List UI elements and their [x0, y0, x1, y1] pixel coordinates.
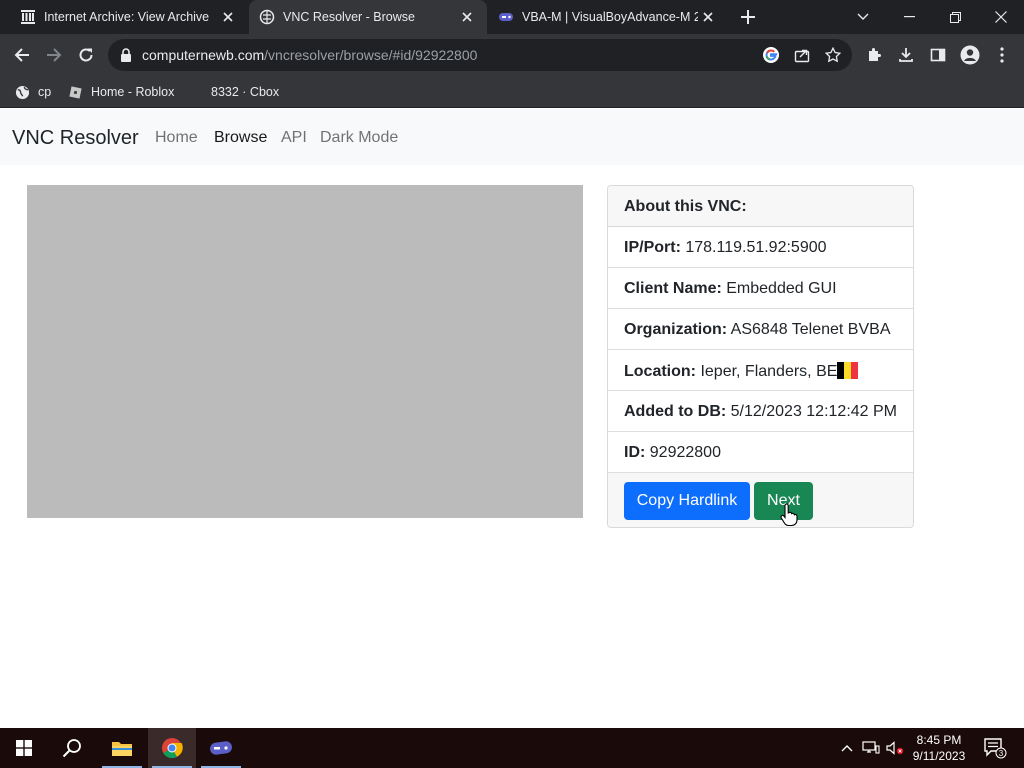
vnc-info-card: About this VNC: IP/Port: 178.119.51.92:5… [607, 185, 914, 528]
back-icon[interactable] [6, 39, 38, 71]
url-text: computernewb.com/vncresolver/browse/#id/… [142, 47, 478, 63]
row-label: Added to DB: [624, 403, 727, 420]
minimize-icon[interactable] [886, 0, 932, 34]
row-value: Ieper, Flanders, BE [700, 363, 838, 380]
globe-icon [14, 84, 30, 100]
web-page: VNC Resolver Home Browse API Dark Mode A… [0, 109, 1024, 728]
row-label: Client Name: [624, 280, 722, 297]
tab-vnc-resolver[interactable]: VNC Resolver - Browse [249, 0, 487, 34]
info-row-client-name: Client Name: Embedded GUI [608, 268, 913, 309]
tab-internet-archive[interactable]: Internet Archive: View Archive [0, 0, 248, 34]
volume-muted-icon[interactable] [884, 728, 906, 768]
extensions-icon[interactable] [858, 39, 890, 71]
clock-date: 9/11/2023 [912, 749, 966, 763]
share-icon[interactable] [791, 44, 813, 66]
bookmark-label: Home - Roblox [91, 85, 175, 99]
tab-strip: Internet Archive: View Archive VNC Resol… [0, 0, 1024, 34]
hand-cursor-icon [780, 503, 798, 527]
restore-icon[interactable] [932, 0, 978, 34]
windows-start-icon[interactable] [0, 728, 48, 768]
row-label: Organization: [624, 321, 728, 338]
profile-avatar-icon[interactable] [954, 39, 986, 71]
google-icon[interactable] [760, 44, 782, 66]
search-icon[interactable] [48, 728, 96, 768]
copy-hardlink-button[interactable]: Copy Hardlink [624, 482, 750, 520]
windows-taskbar: 8:45 PM 9/11/2023 3 [0, 728, 1024, 768]
close-window-icon[interactable] [978, 0, 1024, 34]
row-value: Embedded GUI [726, 280, 837, 297]
forward-icon[interactable] [38, 39, 70, 71]
file-explorer-icon[interactable] [98, 728, 146, 768]
download-icon[interactable] [890, 39, 922, 71]
belgium-flag-icon [837, 362, 859, 379]
close-tab-icon[interactable] [698, 7, 718, 27]
nav-dark-mode[interactable]: Dark Mode [320, 129, 398, 147]
vba-gamepad-icon[interactable] [197, 728, 245, 768]
network-icon[interactable] [860, 728, 882, 768]
info-row-organization: Organization: AS6848 Telenet BVBA [608, 309, 913, 350]
nav-api[interactable]: API [281, 129, 307, 147]
address-bar[interactable]: computernewb.com/vncresolver/browse/#id/… [108, 39, 852, 71]
bookmark-label: cp [38, 85, 52, 99]
bookmarks-bar: cp Home - Roblox 8332 · Cbox [0, 76, 1024, 108]
row-value: 92922800 [649, 444, 721, 461]
close-tab-icon[interactable] [218, 7, 238, 27]
info-row-location: Location: Ieper, Flanders, BE [608, 350, 913, 391]
roblox-icon [67, 84, 83, 100]
site-navbar: VNC Resolver Home Browse API Dark Mode [0, 109, 1024, 165]
notification-count: 3 [999, 749, 1004, 758]
bookmark-label: 8332 · Cbox [211, 85, 280, 99]
vnc-screenshot-preview [27, 185, 583, 518]
nav-home[interactable]: Home [155, 129, 198, 147]
row-value: 178.119.51.92:5900 [685, 239, 827, 256]
side-panel-icon[interactable] [922, 39, 954, 71]
vba-gamepad-icon [498, 9, 514, 25]
row-value: 5/12/2023 12:12:42 PM [730, 403, 898, 420]
new-tab-button[interactable] [736, 5, 760, 29]
nav-browse[interactable]: Browse [214, 129, 267, 147]
tab-search-icon[interactable] [840, 0, 886, 34]
chrome-icon[interactable] [148, 728, 196, 768]
vnc-resolver-icon [259, 9, 275, 25]
reload-icon[interactable] [70, 39, 102, 71]
row-label: IP/Port: [624, 239, 681, 256]
menu-kebab-icon[interactable] [986, 39, 1018, 71]
info-row-id: ID: 92922800 [608, 432, 913, 473]
tab-title: VBA-M | VisualBoyAdvance-M 2. [522, 10, 698, 24]
card-footer: Copy Hardlink Next [608, 473, 913, 527]
site-brand[interactable]: VNC Resolver [12, 127, 139, 150]
row-label: ID: [624, 444, 646, 461]
info-row-added-to-db: Added to DB: 5/12/2023 12:12:42 PM [608, 391, 913, 432]
notification-center-icon[interactable]: 3 [980, 728, 1010, 768]
info-row-ip-port: IP/Port: 178.119.51.92:5900 [608, 227, 913, 268]
close-tab-icon[interactable] [457, 7, 477, 27]
row-label: Location: [624, 363, 696, 380]
bookmark-cbox[interactable]: 8332 · Cbox [211, 81, 279, 103]
internet-archive-icon [20, 9, 36, 25]
card-header: About this VNC: [608, 186, 913, 227]
system-clock[interactable]: 8:45 PM 9/11/2023 [904, 732, 974, 764]
lock-icon[interactable] [118, 47, 134, 63]
bookmark-star-icon[interactable] [822, 44, 844, 66]
row-value: AS6848 Telenet BVBA [730, 321, 891, 338]
bookmark-cp[interactable]: cp [14, 81, 51, 103]
tab-vba-m[interactable]: VBA-M | VisualBoyAdvance-M 2. [488, 0, 728, 34]
browser-toolbar: computernewb.com/vncresolver/browse/#id/… [0, 34, 1024, 76]
bookmark-roblox[interactable]: Home - Roblox [67, 81, 174, 103]
tab-title: Internet Archive: View Archive [44, 10, 210, 24]
show-hidden-icons-icon[interactable] [838, 728, 856, 768]
clock-time: 8:45 PM [916, 733, 962, 747]
tab-title: VNC Resolver - Browse [283, 10, 415, 24]
